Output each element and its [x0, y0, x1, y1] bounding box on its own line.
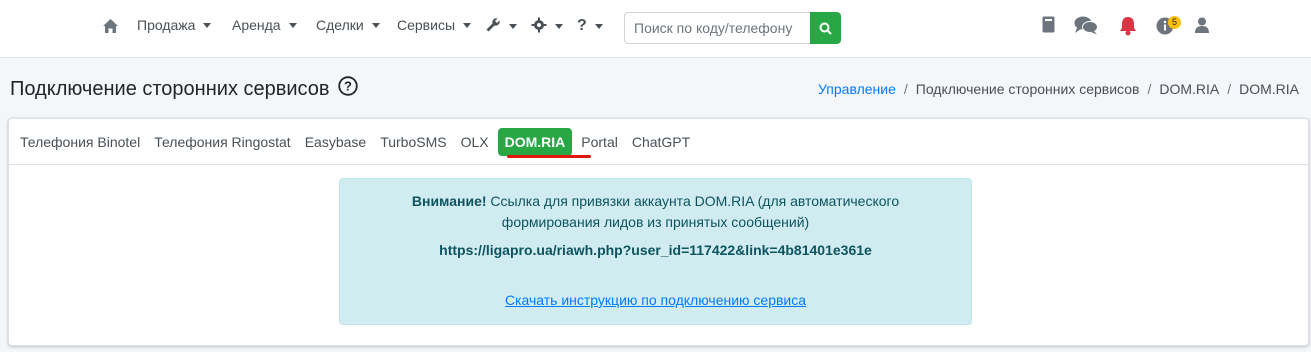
nav-menu-rent-label: Аренда	[232, 17, 281, 33]
chevron-down-icon	[463, 22, 472, 28]
nav-menu-sale-label: Продажа	[137, 17, 196, 33]
breadcrumb-item-management[interactable]: Управление	[818, 81, 896, 97]
bell-icon[interactable]	[1118, 16, 1138, 41]
chevron-down-icon	[203, 22, 212, 28]
tab-olx[interactable]: OLX	[454, 128, 496, 156]
help-circle-icon[interactable]: ?	[337, 76, 358, 102]
book-icon[interactable]	[1042, 16, 1055, 38]
active-tab-underline	[507, 155, 591, 158]
chevron-down-icon	[288, 22, 297, 28]
info-alert: Внимание! Ссылка для привязки аккаунта D…	[339, 178, 972, 325]
chevron-down-icon	[371, 22, 380, 28]
nav-menu-rent[interactable]: Аренда	[232, 17, 297, 33]
top-navbar: Продажа Аренда Сделки Сервисы ? Поиск по…	[0, 0, 1311, 58]
webhook-url: https://ligapro.ua/riawh.php?user_id=117…	[439, 242, 872, 258]
alert-message: Внимание! Ссылка для привязки аккаунта D…	[340, 191, 971, 233]
comments-icon[interactable]	[1074, 16, 1098, 40]
tab-ringostat[interactable]: Телефония Ringostat	[147, 128, 298, 156]
home-icon[interactable]	[102, 17, 120, 35]
svg-text:?: ?	[344, 79, 352, 94]
tab-portal[interactable]: Portal	[574, 128, 625, 156]
alert-text: Ссылка для привязки аккаунта DOM.RIA (дл…	[486, 193, 900, 230]
nav-menu-deals-label: Сделки	[316, 17, 364, 33]
search-form	[624, 12, 841, 44]
chevron-down-icon	[555, 24, 563, 29]
gear-icon	[531, 17, 547, 36]
nav-menu-deals[interactable]: Сделки	[316, 17, 380, 33]
question-icon: ?	[577, 17, 587, 34]
breadcrumb-item-services: Подключение сторонних сервисов	[915, 81, 1140, 97]
breadcrumb-item-current: DOM.RIA	[1239, 81, 1299, 97]
download-instructions-link[interactable]: Скачать инструкцию по подключению сервис…	[505, 292, 806, 308]
user-icon[interactable]	[1195, 17, 1209, 38]
wrench-icon	[485, 17, 501, 36]
nav-menu-services-label: Сервисы	[397, 17, 456, 33]
notification-count-badge: 5	[1168, 16, 1181, 29]
chevron-down-icon	[509, 24, 517, 29]
breadcrumb-separator: /	[903, 81, 908, 97]
chevron-down-icon	[594, 23, 603, 29]
services-card: Телефония Binotel Телефония Ringostat Ea…	[8, 118, 1309, 346]
search-icon	[819, 22, 832, 35]
tab-turbosms[interactable]: TurboSMS	[373, 128, 453, 156]
page-title: Подключение сторонних сервисов ?	[10, 76, 358, 102]
search-button[interactable]	[810, 12, 841, 44]
breadcrumb: Управление / Подключение сторонних серви…	[818, 81, 1299, 97]
tab-chatgpt[interactable]: ChatGPT	[625, 128, 697, 156]
breadcrumb-separator: /	[1227, 81, 1232, 97]
breadcrumb-separator: /	[1147, 81, 1152, 97]
tab-binotel[interactable]: Телефония Binotel	[13, 128, 147, 156]
nav-menu-settings[interactable]	[531, 17, 563, 36]
search-input[interactable]	[624, 12, 810, 44]
nav-menu-tools[interactable]	[485, 17, 517, 36]
page-title-text: Подключение сторонних сервисов	[10, 77, 330, 100]
services-tabs: Телефония Binotel Телефония Ringostat Ea…	[9, 119, 1308, 165]
tab-easybase[interactable]: Easybase	[298, 128, 373, 156]
alert-strong: Внимание!	[411, 193, 487, 209]
nav-menu-sale[interactable]: Продажа	[137, 17, 212, 33]
breadcrumb-item-domria: DOM.RIA	[1159, 81, 1220, 97]
nav-menu-help[interactable]: ?	[577, 17, 603, 35]
tab-domria[interactable]: DOM.RIA	[497, 127, 573, 156]
nav-menu-services[interactable]: Сервисы	[397, 17, 472, 33]
